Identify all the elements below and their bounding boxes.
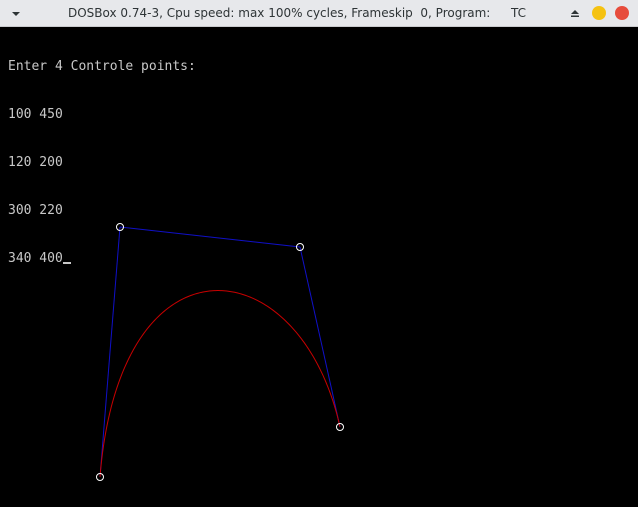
close-button[interactable] xyxy=(615,6,629,20)
console-prompt: Enter 4 Controle points: xyxy=(8,59,196,74)
text-cursor xyxy=(62,262,71,264)
control-polygon-segment xyxy=(299,246,341,428)
keep-above-icon[interactable] xyxy=(568,6,582,20)
minimize-button[interactable] xyxy=(592,6,606,20)
console-input-line: 120 200 xyxy=(8,155,63,170)
dos-screen[interactable]: Enter 4 Controle points: 100 450 120 200… xyxy=(0,27,638,507)
close-circle-icon xyxy=(615,6,629,20)
console-input-line: 100 450 xyxy=(8,107,63,122)
console-input-line: 340 400 xyxy=(8,251,63,266)
dosbox-window: DOSBox 0.74-3, Cpu speed: max 100% cycle… xyxy=(0,0,638,507)
minimize-circle-icon xyxy=(592,6,606,20)
window-program-name: TC xyxy=(511,6,527,20)
window-title: DOSBox 0.74-3, Cpu speed: max 100% cycle… xyxy=(68,6,491,20)
console-input-line: 300 220 xyxy=(8,203,63,218)
title-bar[interactable]: DOSBox 0.74-3, Cpu speed: max 100% cycle… xyxy=(0,0,638,27)
bezier-curve xyxy=(99,290,341,478)
console-output: Enter 4 Controle points: 100 450 120 200… xyxy=(8,27,196,299)
window-menu-chevron-icon[interactable] xyxy=(9,8,23,20)
